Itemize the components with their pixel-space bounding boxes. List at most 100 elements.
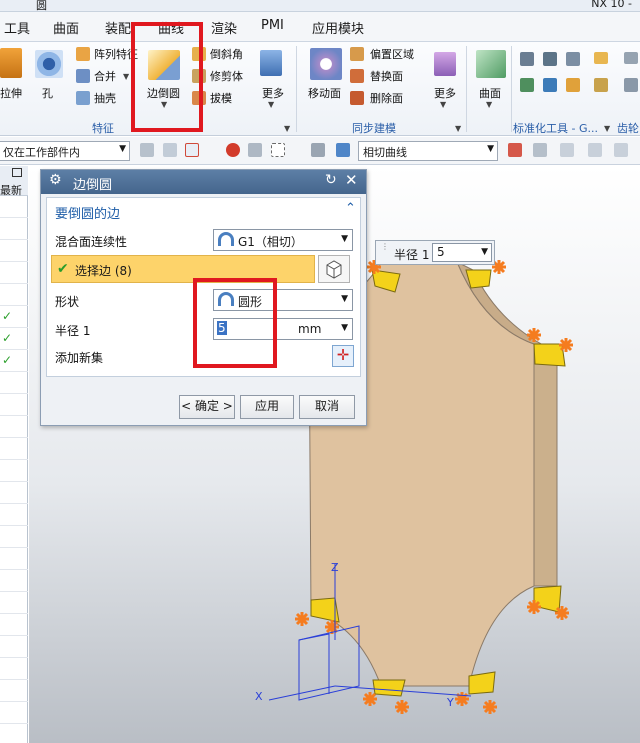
unite-label[interactable]: 合并 <box>94 68 116 84</box>
navigator-row[interactable]: ✓ <box>0 306 28 328</box>
navigator-row[interactable] <box>0 592 28 614</box>
continuity-select[interactable]: G1（相切） ▼ <box>213 229 353 251</box>
replace-face-label[interactable]: 替换面 <box>370 68 403 84</box>
hole-icon[interactable] <box>35 50 63 78</box>
radius-tip-field[interactable]: 5 ▼ <box>432 243 492 262</box>
snap-tool-icon[interactable] <box>533 143 547 157</box>
maximize-icon[interactable] <box>12 168 22 177</box>
ok-button[interactable]: < 确定 > <box>179 395 235 419</box>
snap-tool-icon[interactable] <box>560 143 574 157</box>
navigator-row[interactable] <box>0 570 28 592</box>
navigator-row[interactable] <box>0 438 28 460</box>
select-tool-icon[interactable] <box>311 143 325 157</box>
std-tool-icon[interactable] <box>594 78 608 92</box>
navigator-row[interactable] <box>0 482 28 504</box>
snap-tool-icon[interactable] <box>508 143 522 157</box>
drag-grip-icon[interactable]: ⋮ <box>381 242 389 251</box>
select-body-icon[interactable] <box>336 143 350 157</box>
navigator-row[interactable] <box>0 218 28 240</box>
edge-blend-highlight[interactable] <box>468 671 496 695</box>
sync-more-icon[interactable] <box>434 52 456 76</box>
delete-face-label[interactable]: 删除面 <box>370 90 403 106</box>
edge-blend-highlight[interactable] <box>533 343 566 367</box>
dialog-titlebar[interactable]: ⚙ 边倒圆 ↻ ✕ <box>41 170 366 194</box>
select-region-icon[interactable] <box>271 143 285 157</box>
navigator-row[interactable] <box>0 702 28 724</box>
part-side-face[interactable] <box>533 343 558 587</box>
add-new-set-button[interactable]: ✛ <box>332 345 354 367</box>
sync-more-label[interactable]: 更多 <box>434 85 456 101</box>
gear-icon[interactable]: ⚙ <box>49 172 62 188</box>
apply-button[interactable]: 应用 <box>240 395 294 419</box>
replace-face-icon[interactable] <box>350 69 364 83</box>
pattern-icon[interactable] <box>76 47 90 61</box>
navigator-row[interactable] <box>0 416 28 438</box>
feature-group-caret-icon[interactable]: ▼ <box>284 124 290 133</box>
navigator-row[interactable] <box>0 504 28 526</box>
gear-tool-icon[interactable] <box>624 52 638 64</box>
feature-more-dropdown-icon[interactable]: ▼ <box>268 100 274 109</box>
scope-filter-select[interactable]: 仅在工作部件内 ▼ <box>0 141 130 161</box>
close-icon[interactable]: ✕ <box>345 171 358 189</box>
std-tool-icon[interactable] <box>520 78 534 92</box>
std-tool-icon[interactable] <box>594 52 608 64</box>
radius-tip-value[interactable]: 5 <box>437 245 445 259</box>
navigator-row[interactable] <box>0 680 28 702</box>
trim-body-label[interactable]: 修剪体 <box>210 68 243 84</box>
unite-icon[interactable] <box>76 69 90 83</box>
navigator-row[interactable]: ✓ <box>0 328 28 350</box>
navigator-row[interactable] <box>0 614 28 636</box>
delete-face-icon[interactable] <box>350 91 364 105</box>
shell-label[interactable]: 抽壳 <box>94 90 116 106</box>
std-tool-icon[interactable] <box>543 78 557 92</box>
radius-floating-input[interactable]: ⋮ 半径 1 5 ▼ <box>375 240 495 265</box>
chevron-down-icon[interactable]: ▼ <box>341 323 348 333</box>
tab-surface[interactable]: 曲面 <box>53 18 79 37</box>
navigator-row[interactable] <box>0 548 28 570</box>
radius-unit[interactable]: mm <box>298 322 321 336</box>
std-tool-icon[interactable] <box>543 52 557 66</box>
std-tool-icon[interactable] <box>566 52 580 66</box>
extrude-label[interactable]: 拉伸 <box>0 85 22 101</box>
surface-label[interactable]: 曲面 <box>479 85 501 101</box>
edge-blend-highlight[interactable] <box>372 679 406 697</box>
sync-group-caret-icon[interactable]: ▼ <box>455 124 461 133</box>
feature-more-icon[interactable] <box>260 50 282 76</box>
navigator-row[interactable] <box>0 394 28 416</box>
unite-dropdown-icon[interactable]: ▼ <box>123 72 129 81</box>
select-tool-icon[interactable] <box>140 143 154 157</box>
select-tool-icon[interactable] <box>248 143 262 157</box>
navigator-row[interactable] <box>0 658 28 680</box>
select-edge-button[interactable] <box>318 255 350 283</box>
offset-region-icon[interactable] <box>350 47 364 61</box>
surface-dropdown-icon[interactable]: ▼ <box>486 100 492 109</box>
navigator-row[interactable]: ✓ <box>0 350 28 372</box>
chevron-down-icon[interactable]: ▼ <box>481 247 488 257</box>
navigator-row[interactable] <box>0 284 28 306</box>
tab-tools[interactable]: 工具 <box>4 18 30 37</box>
shell-icon[interactable] <box>76 91 90 105</box>
sync-more-dropdown-icon[interactable]: ▼ <box>440 100 446 109</box>
snap-tool-icon[interactable] <box>588 143 602 157</box>
navigator-row[interactable] <box>0 636 28 658</box>
std-tool-icon[interactable] <box>566 78 580 92</box>
select-tool-icon[interactable] <box>185 143 199 157</box>
collapse-caret-icon[interactable]: ⌃ <box>345 201 356 216</box>
hole-label[interactable]: 孔 <box>42 85 53 101</box>
reset-icon[interactable]: ↻ <box>325 172 337 188</box>
gear-tool-icon[interactable] <box>624 78 638 92</box>
select-tool-icon[interactable] <box>163 143 177 157</box>
tab-pmi[interactable]: PMI <box>261 18 284 33</box>
std-group-caret-icon[interactable]: ▼ <box>604 124 610 133</box>
tab-render[interactable]: 渲染 <box>211 18 237 37</box>
navigator-row[interactable] <box>0 240 28 262</box>
navigator-row[interactable] <box>0 196 28 218</box>
tab-assembly[interactable]: 装配 <box>105 18 131 37</box>
draft-label[interactable]: 拔模 <box>210 90 232 106</box>
chamfer-label[interactable]: 倒斜角 <box>210 46 243 62</box>
feature-more-label[interactable]: 更多 <box>262 85 284 101</box>
move-face-label[interactable]: 移动面 <box>308 85 341 101</box>
offset-region-label[interactable]: 偏置区域 <box>370 46 414 62</box>
navigator-row[interactable] <box>0 526 28 548</box>
curve-rule-select[interactable]: 相切曲线 ▼ <box>358 141 498 161</box>
